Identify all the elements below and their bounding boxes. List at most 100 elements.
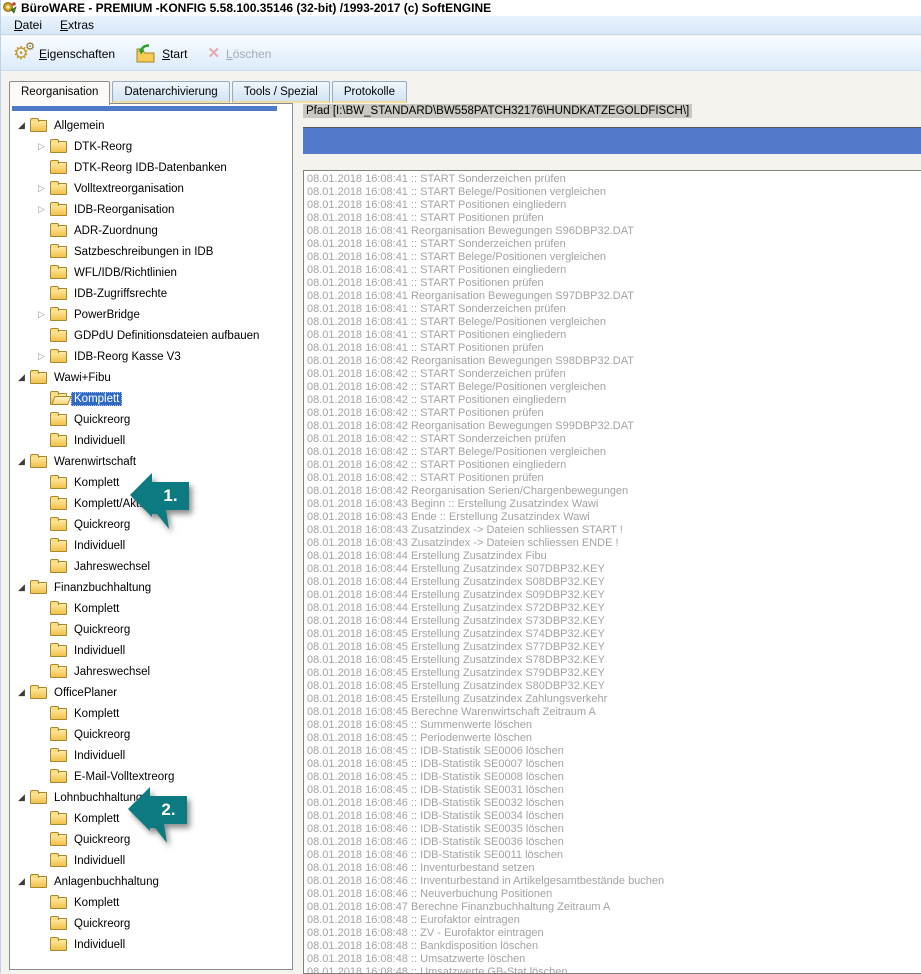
open-folder-icon	[50, 393, 67, 405]
eigenschaften-label: Eigenschaften	[39, 47, 115, 61]
tree-item[interactable]: ◢ OfficePlaner	[10, 682, 292, 703]
menu-extras[interactable]: Extras	[51, 17, 103, 33]
eigenschaften-button[interactable]: ⚙⚙ Eigenschaften	[7, 41, 121, 67]
folder-icon	[50, 624, 67, 636]
menu-datei[interactable]: Datei	[5, 17, 51, 33]
folder-icon	[50, 141, 67, 153]
log-line: 08.01.2018 16:08:45 Erstellung Zusatzind…	[307, 628, 921, 641]
folder-icon	[50, 540, 67, 552]
tree-item[interactable]: DTK-Reorg IDB-Datenbanken	[10, 157, 292, 178]
tree-item-label: Quickreorg	[71, 413, 133, 427]
tree-item[interactable]: Quickreorg	[10, 913, 292, 934]
collapse-icon[interactable]: ◢	[14, 685, 29, 700]
tree-item[interactable]: Satzbeschreibungen in IDB	[10, 241, 292, 262]
expand-icon[interactable]: ▷	[34, 139, 49, 154]
collapse-icon[interactable]: ◢	[14, 790, 29, 805]
folder-icon	[50, 645, 67, 657]
tree-item[interactable]: Jahreswechsel	[10, 556, 292, 577]
collapse-icon[interactable]: ◢	[14, 874, 29, 889]
log-line: 08.01.2018 16:08:43 Zusatzindex -> Datei…	[307, 524, 921, 537]
tree-item[interactable]: ▷Volltextreorganisation	[10, 178, 292, 199]
loeschen-button[interactable]: ✕ Löschen	[201, 43, 277, 64]
tree-top-bar	[12, 106, 277, 111]
tree-item[interactable]: Komplett	[10, 892, 292, 913]
tree-item[interactable]: Individuell	[10, 535, 292, 556]
menubar: Datei Extras	[1, 16, 921, 35]
collapse-icon[interactable]: ◢	[14, 370, 29, 385]
start-label: Start	[162, 47, 187, 61]
tab-tools-spezial[interactable]: Tools / Spezial	[232, 81, 330, 103]
start-button[interactable]: Start	[129, 41, 193, 66]
tree-item-label: Quickreorg	[71, 917, 133, 931]
tree-item-label: Individuell	[71, 854, 128, 868]
reorg-tree-panel[interactable]: ◢Allgemein▷DTK-ReorgDTK-Reorg IDB-Datenb…	[9, 103, 293, 970]
collapse-icon[interactable]: ◢	[14, 454, 29, 469]
tree-item[interactable]: ▷DTK-Reorg	[10, 136, 292, 157]
folder-icon	[50, 918, 67, 930]
tree-item-label: Komplett	[71, 896, 122, 910]
annotation-2-label: 2.	[150, 797, 187, 824]
tree-item[interactable]: ◢Allgemein	[10, 115, 292, 136]
tab-reorganisation[interactable]: Reorganisation	[9, 81, 110, 105]
tree-item[interactable]: Komplett	[10, 388, 292, 409]
tree-item[interactable]: ▷PowerBridge	[10, 304, 292, 325]
expand-icon[interactable]: ▷	[34, 307, 49, 322]
tree-item[interactable]: Quickreorg	[10, 409, 292, 430]
log-line: 08.01.2018 16:08:42 :: START Belege/Posi…	[307, 381, 921, 394]
log-line: 08.01.2018 16:08:42 :: START Positionen …	[307, 472, 921, 485]
tree-item-label: Satzbeschreibungen in IDB	[71, 245, 216, 259]
tree-item[interactable]: WFL/IDB/Richtlinien	[10, 262, 292, 283]
tab-protokolle[interactable]: Protokolle	[332, 81, 407, 103]
folder-icon	[50, 477, 67, 489]
tree-item[interactable]: ADR-Zuordnung	[10, 220, 292, 241]
tree-item[interactable]: Individuell	[10, 934, 292, 955]
tab-datenarchivierung[interactable]: Datenarchivierung	[112, 81, 229, 103]
folder-icon	[30, 582, 47, 594]
tree-item-label: Wawi+Fibu	[51, 371, 114, 385]
folder-icon	[50, 561, 67, 573]
tree-item[interactable]: Komplett	[10, 598, 292, 619]
tree-item[interactable]: GDPdU Definitionsdateien aufbauen	[10, 325, 292, 346]
tree-item-label: Komplett	[71, 707, 122, 721]
tree-item[interactable]: Individuell	[10, 850, 292, 871]
tree-item-label: Quickreorg	[71, 833, 133, 847]
expand-icon[interactable]: ▷	[34, 349, 49, 364]
tree-item[interactable]: Jahreswechsel	[10, 661, 292, 682]
collapse-icon[interactable]: ◢	[14, 580, 29, 595]
log-line: 08.01.2018 16:08:41 :: START Belege/Posi…	[307, 251, 921, 264]
tree-item[interactable]: Komplett	[10, 703, 292, 724]
collapse-icon[interactable]: ◢	[14, 118, 29, 133]
tree-item[interactable]: Individuell	[10, 745, 292, 766]
tree-item[interactable]: IDB-Zugriffsrechte	[10, 283, 292, 304]
log-line: 08.01.2018 16:08:41 Reorganisation Beweg…	[307, 290, 921, 303]
log-panel: Pfad [I:\BW_STANDARD\BW558PATCH32176\HUN…	[301, 103, 921, 973]
log-line: 08.01.2018 16:08:43 Ende :: Erstellung Z…	[307, 511, 921, 524]
tree-item-label: OfficePlaner	[51, 686, 120, 700]
log-list[interactable]: 08.01.2018 16:08:41 :: START Sonderzeich…	[303, 170, 921, 974]
log-line: 08.01.2018 16:08:41 :: START Positionen …	[307, 329, 921, 342]
tree-item[interactable]: ▷IDB-Reorganisation	[10, 199, 292, 220]
folder-icon	[50, 498, 67, 510]
log-line: 08.01.2018 16:08:44 Erstellung Zusatzind…	[307, 589, 921, 602]
tree-item-label: Anlagenbuchhaltung	[51, 875, 162, 889]
tree-item-label: Individuell	[71, 539, 128, 553]
tree-item-label: IDB-Zugriffsrechte	[71, 287, 170, 301]
tree-item[interactable]: ◢Finanzbuchhaltung	[10, 577, 292, 598]
log-line: 08.01.2018 16:08:42 Reorganisation Beweg…	[307, 355, 921, 368]
expand-icon[interactable]: ▷	[34, 202, 49, 217]
tree-item-label: Individuell	[71, 434, 128, 448]
path-label: Pfad [I:\BW_STANDARD\BW558PATCH32176\HUN…	[303, 104, 692, 118]
tree-item[interactable]: ◢ Anlagenbuchhaltung	[10, 871, 292, 892]
tree-item[interactable]: Quickreorg	[10, 619, 292, 640]
expand-icon[interactable]: ▷	[34, 181, 49, 196]
tree-item[interactable]: ◢ Wawi+Fibu	[10, 367, 292, 388]
tree-item[interactable]: Quickreorg	[10, 724, 292, 745]
log-line: 08.01.2018 16:08:44 Erstellung Zusatzind…	[307, 550, 921, 563]
progress-bar	[303, 127, 921, 154]
log-line: 08.01.2018 16:08:47 Berechne Finanzbuchh…	[307, 901, 921, 914]
log-line: 08.01.2018 16:08:45 :: IDB-Statistik SE0…	[307, 745, 921, 758]
tree-item[interactable]: Individuell	[10, 640, 292, 661]
tree-item[interactable]: ▷IDB-Reorg Kasse V3	[10, 346, 292, 367]
tree-item[interactable]: Individuell	[10, 430, 292, 451]
log-line: 08.01.2018 16:08:41 :: START Positionen …	[307, 199, 921, 212]
